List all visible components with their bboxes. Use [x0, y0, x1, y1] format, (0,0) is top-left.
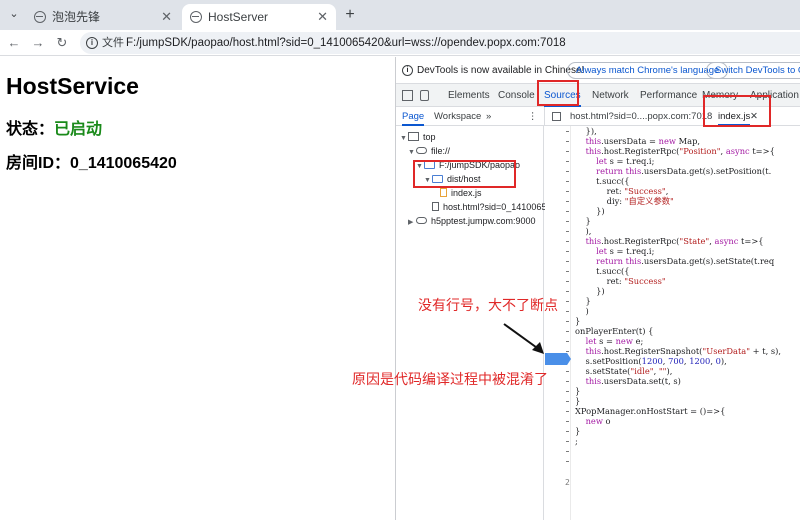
back-arrow-icon[interactable]: ←: [4, 33, 24, 53]
expanded-caret-icon: ▼: [400, 135, 407, 142]
frame-icon: [408, 132, 419, 141]
code-editor[interactable]: 2 }), this.usersData = new Map, this.hos…: [545, 126, 800, 520]
status-label: 状态：: [6, 121, 55, 138]
new-tab-button[interactable]: +: [340, 4, 360, 26]
forward-arrow-icon[interactable]: →: [28, 33, 48, 53]
line-dash: [566, 321, 569, 322]
line-dash: [566, 241, 569, 242]
line-dash: [566, 261, 569, 262]
info-icon[interactable]: i: [86, 37, 98, 49]
cloud-icon: [416, 217, 427, 224]
line-dash: [566, 221, 569, 222]
line-dash: [566, 311, 569, 312]
subtab-page[interactable]: Page: [402, 107, 425, 126]
line-dash: [566, 431, 569, 432]
switch-devtools-language-button[interactable]: Switch DevTools to Chine: [706, 62, 800, 79]
line-number: 2: [565, 478, 570, 487]
tree-item-top[interactable]: ▼ top: [400, 130, 436, 144]
close-tab-icon[interactable]: ✕: [317, 4, 328, 30]
highlight-sources-tab: [537, 80, 579, 106]
expanded-caret-icon: ▼: [408, 149, 415, 156]
inspect-element-icon[interactable]: [402, 90, 413, 101]
line-dash: [566, 441, 569, 442]
line-dash: [566, 251, 569, 252]
browser-tab-paopao[interactable]: 泡泡先锋 ✕: [26, 4, 180, 30]
status-line: 状态：已启动: [6, 115, 102, 139]
highlight-tree-index-js: [413, 160, 516, 188]
toggle-navigator-icon[interactable]: [552, 112, 561, 121]
line-dash: [566, 301, 569, 302]
line-dash: [566, 201, 569, 202]
js-file-icon: [440, 188, 447, 197]
line-dash: [566, 131, 569, 132]
tree-item-host-html[interactable]: host.html?sid=0_1410065: [432, 200, 546, 214]
status-value: 已启动: [54, 121, 103, 138]
collapsed-caret-icon: ▶: [408, 219, 414, 226]
more-options-icon[interactable]: ⋮: [528, 107, 538, 126]
devtools-language-notice: i DevTools is now available in Chinese! …: [396, 57, 800, 84]
omnibox[interactable]: i 文件 F:/jumpSDK/paopao/host.html?sid=0_1…: [80, 32, 800, 54]
tab-network[interactable]: Network: [592, 84, 629, 107]
page-content: HostService 状态：已启动 房间ID：0_1410065420: [0, 57, 395, 520]
always-match-language-button[interactable]: Always match Chrome's language: [567, 62, 729, 79]
line-dash: [566, 371, 569, 372]
line-dash: [566, 391, 569, 392]
line-dash: [566, 451, 569, 452]
tab-elements[interactable]: Elements: [448, 84, 490, 107]
line-dash: [566, 151, 569, 152]
line-dash: [566, 461, 569, 462]
line-dash: [566, 421, 569, 422]
close-tab-icon[interactable]: ✕: [161, 4, 172, 30]
line-dash: [566, 401, 569, 402]
subtab-workspace[interactable]: Workspace: [434, 107, 481, 126]
info-icon: i: [402, 65, 413, 76]
line-dash: [566, 181, 569, 182]
annotation-reason: 原因是代码编译过程中被混淆了: [352, 371, 548, 387]
tree-item-h5pptest[interactable]: ▶ h5pptest.jumpw.com:9000: [408, 214, 536, 228]
line-dash: [566, 331, 569, 332]
highlight-index-js-tab: [703, 95, 771, 127]
globe-icon: [190, 11, 202, 23]
annotation-arrow: [503, 323, 544, 354]
line-dash: [566, 411, 569, 412]
tree-item-index-js[interactable]: index.js: [440, 186, 482, 200]
tree-item-file-origin[interactable]: ▼ file://: [408, 144, 450, 158]
line-dash: [566, 141, 569, 142]
file-chip[interactable]: 文件: [102, 35, 124, 51]
line-dash: [566, 351, 569, 352]
browser-tab-hostserver[interactable]: HostServer ✕: [182, 4, 336, 30]
device-toolbar-icon[interactable]: [420, 90, 429, 101]
line-dash: [566, 191, 569, 192]
annotation-no-line-numbers: 没有行号，大不了断点: [418, 297, 558, 313]
reload-icon[interactable]: ↻: [52, 33, 72, 53]
line-dash: [566, 291, 569, 292]
notice-text: DevTools is now available in Chinese!: [417, 65, 585, 76]
page-title: HostService: [6, 73, 139, 99]
room-value: 0_1410065420: [70, 155, 177, 172]
globe-icon: [34, 11, 46, 23]
tab-search-chevron-icon[interactable]: ⌄: [4, 4, 24, 24]
url-text[interactable]: F:/jumpSDK/paopao/host.html?sid=0_141006…: [126, 34, 566, 52]
sub-divider: [544, 107, 545, 126]
cloud-icon: [416, 147, 427, 154]
line-dash: [566, 161, 569, 162]
browser-tab-bar: ⌄ 泡泡先锋 ✕ HostServer ✕ +: [0, 0, 800, 30]
room-line: 房间ID：0_1410065420: [6, 149, 177, 173]
line-dash: [566, 211, 569, 212]
tab-performance[interactable]: Performance: [640, 84, 697, 107]
room-label: 房间ID：: [6, 155, 71, 172]
tab-console[interactable]: Console: [498, 84, 535, 107]
line-dash: [566, 271, 569, 272]
line-dash: [566, 281, 569, 282]
line-dash: [566, 171, 569, 172]
address-bar-row: ← → ↻ i 文件 F:/jumpSDK/paopao/host.html?s…: [0, 30, 800, 56]
more-chevron-icon[interactable]: »: [486, 107, 491, 126]
file-tab-host-html[interactable]: host.html?sid=0....popx.com:7018: [570, 107, 712, 126]
line-dash: [566, 341, 569, 342]
file-icon: [432, 202, 439, 211]
line-dash: [566, 381, 569, 382]
source-code[interactable]: }), this.usersData = new Map, this.host.…: [575, 126, 800, 466]
line-dash: [566, 231, 569, 232]
